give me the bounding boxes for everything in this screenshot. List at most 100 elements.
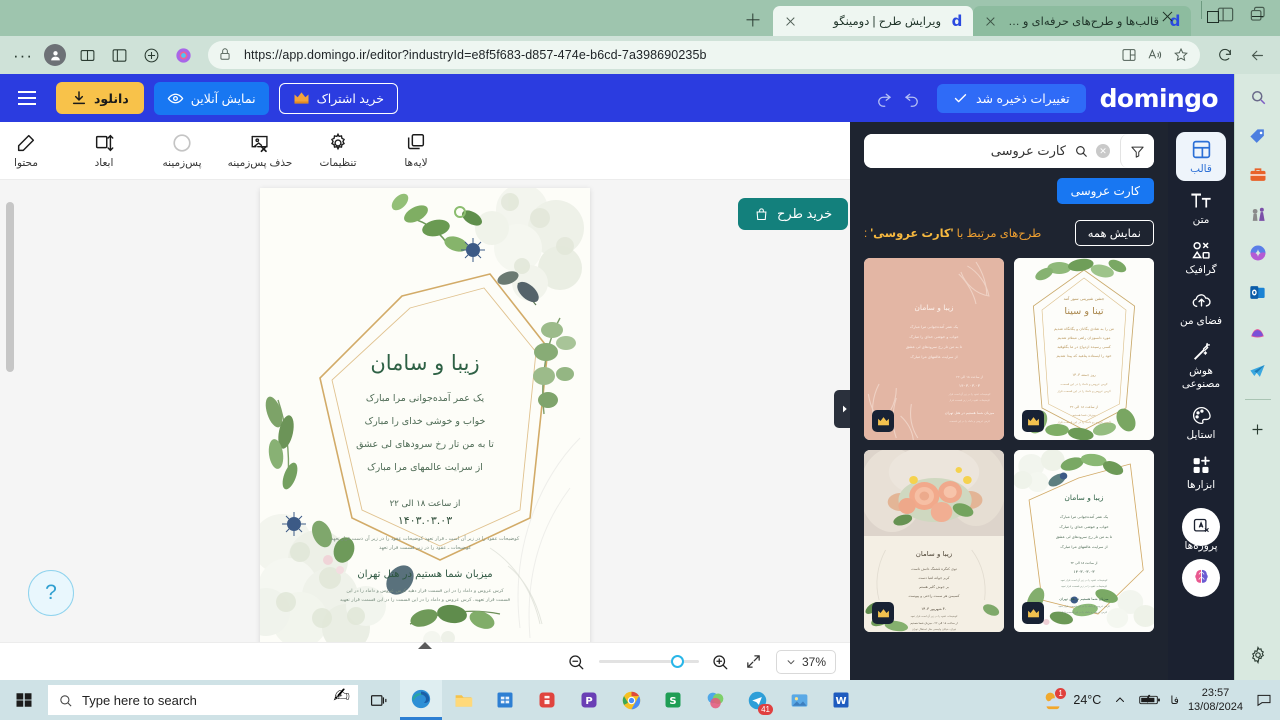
canvas-page-caret-icon[interactable] — [418, 642, 432, 649]
zoom-out-icon[interactable] — [567, 653, 585, 671]
clear-search-icon[interactable]: ✕ — [1096, 144, 1110, 158]
language-indicator[interactable]: فا — [1170, 694, 1179, 707]
taskbar-app-red[interactable] — [526, 680, 568, 720]
taskbar-app-edge[interactable] — [400, 680, 442, 720]
toolbar-item-layers[interactable]: لایه‌ها — [390, 132, 442, 169]
taskbar-app-green-s[interactable]: S — [652, 680, 694, 720]
gear-icon[interactable] — [1245, 642, 1271, 668]
svg-text:کرس عروس و داماد را در این قسم: کرس عروس و داماد را در این قسمت قرار دهی… — [346, 588, 504, 594]
copilot-icon[interactable] — [168, 40, 198, 70]
zoom-slider[interactable] — [598, 655, 699, 668]
zoom-slider-handle[interactable] — [670, 655, 684, 668]
design-card-preview[interactable]: زیبا و سامان یک عمر آمده‌جوانی مرا مبارک… — [260, 188, 590, 642]
template-card-4[interactable]: زیبا و سامان توی کنگره قشنگ دانش ناست کر… — [864, 450, 1004, 632]
ai-brain-button[interactable] — [1182, 558, 1220, 597]
sidebar-item-style[interactable]: استایل — [1176, 398, 1226, 447]
hamburger-menu-icon[interactable] — [14, 85, 40, 111]
weather-widget[interactable]: 1 — [1042, 688, 1067, 711]
search-icon[interactable] — [1074, 144, 1088, 158]
battery-charging-icon[interactable] — [1139, 693, 1161, 707]
designer-icon[interactable] — [1245, 318, 1271, 344]
maximize-button[interactable] — [1190, 0, 1235, 32]
search-icon[interactable] — [1245, 84, 1271, 110]
template-search-input[interactable]: کارت عروسی ✕ — [864, 134, 1120, 168]
add-sidebar-app-icon[interactable] — [1245, 416, 1271, 442]
fit-screen-icon[interactable] — [745, 653, 762, 670]
collections-icon[interactable] — [136, 40, 166, 70]
split-view-icon[interactable] — [72, 40, 102, 70]
domingo-logo[interactable]: domingo — [1100, 84, 1219, 113]
star-icon[interactable] — [1173, 47, 1190, 64]
zoom-in-icon[interactable] — [711, 653, 729, 671]
toolbar-item-settings[interactable]: تنظیمات — [312, 132, 364, 169]
shopping-tag-icon[interactable] — [1245, 123, 1271, 149]
svg-text:کرس عروس و داماد را در این قسم: کرس عروس و داماد را در این قسمت — [949, 420, 990, 423]
task-view-icon[interactable] — [358, 680, 400, 720]
subscribe-button[interactable]: خرید اشتراک — [278, 82, 398, 114]
outlook-icon[interactable] — [1245, 279, 1271, 305]
close-icon[interactable] — [983, 14, 998, 29]
panel-collapse-toggle[interactable] — [834, 390, 850, 428]
taskbar-app-photos[interactable] — [778, 680, 820, 720]
help-button[interactable]: ? — [28, 570, 74, 616]
minimize-button[interactable] — [1235, 0, 1280, 32]
template-card-2[interactable]: زیبا و سامان یک عمر آمده‌جوانی مرا مبارک… — [864, 258, 1004, 440]
refresh-icon[interactable] — [1210, 40, 1240, 70]
more-options-icon[interactable]: ··· — [8, 40, 38, 70]
template-card-1[interactable]: جشن شیرینی سور آمد تینا و سینا من را به … — [1014, 258, 1154, 440]
split-screen-icon[interactable] — [1121, 47, 1138, 64]
address-bar[interactable]: https://app.domingo.ir/editor?industryId… — [208, 41, 1200, 69]
taskbar-app-store[interactable] — [484, 680, 526, 720]
taskbar-app-word[interactable]: W — [820, 680, 862, 720]
canvas-vertical-scrollbar[interactable] — [6, 202, 14, 372]
sidebar-item-text[interactable]: متن — [1176, 183, 1226, 232]
copilot-swirl-icon[interactable] — [1245, 240, 1271, 266]
sidebar-item-tools[interactable]: ابزارها — [1176, 448, 1226, 497]
browser-tab-2[interactable]: d ویرایش طرح | دومینگو — [773, 6, 973, 36]
redo-icon[interactable] — [875, 89, 893, 107]
sidebar-item-graphics[interactable]: گرافیک — [1176, 233, 1226, 282]
svg-text:زیبا و سامان: زیبا و سامان — [1064, 493, 1104, 502]
sidebar-item-ai[interactable]: هوش مصنوعی — [1176, 334, 1226, 395]
toolbar-item-content[interactable]: محتوا — [0, 132, 52, 169]
profile-avatar-icon[interactable] — [40, 40, 70, 70]
action-center-icon[interactable] — [1252, 692, 1272, 708]
browser-essentials-icon[interactable] — [104, 40, 134, 70]
taskbar-app-file-explorer[interactable] — [442, 680, 484, 720]
svg-text:کوضیحات عقود را در زیر قسمت قر: کوضیحات عقود را در زیر قسمت قرار تعهد — [1061, 585, 1108, 588]
download-button[interactable]: دانلود — [56, 82, 144, 114]
close-window-button[interactable] — [1145, 0, 1190, 32]
sidebar-item-projects[interactable]: پروژه‌ها — [1176, 501, 1226, 552]
remove-background-icon — [251, 135, 268, 153]
read-aloud-icon[interactable] — [1147, 47, 1164, 64]
taskbar-app-colorful[interactable] — [694, 680, 736, 720]
template-card-3[interactable]: زیبا و سامان یک عمر آمده‌جوانی مرا مبارک… — [1014, 450, 1154, 632]
games-icon[interactable] — [1245, 201, 1271, 227]
zoom-level-dropdown[interactable]: 37% — [775, 649, 836, 674]
online-preview-button[interactable]: نمایش آنلاین — [153, 81, 269, 115]
search-chip[interactable]: کارت عروسی — [1056, 178, 1154, 204]
taskbar-app-purple-p[interactable]: P — [568, 680, 610, 720]
canvas-area[interactable]: خرید طرح — [0, 180, 850, 642]
filter-button[interactable] — [1120, 134, 1154, 168]
show-hidden-icons-icon[interactable] — [1110, 694, 1130, 706]
sidebar-item-template[interactable]: قالب — [1176, 132, 1226, 181]
taskbar-app-telegram[interactable]: 41 — [736, 680, 778, 720]
saved-status-button[interactable]: تغییرات ذخیره شد — [936, 83, 1086, 113]
taskbar-app-chrome[interactable] — [610, 680, 652, 720]
show-all-button[interactable]: نمایش همه — [1074, 220, 1154, 246]
toolbar-item-background[interactable]: پس‌زمینه — [156, 132, 208, 169]
new-tab-button[interactable] — [739, 6, 767, 34]
telegram-icon[interactable] — [1245, 357, 1271, 383]
toolbar-item-remove-background[interactable]: حذف پس‌زمینه — [228, 132, 292, 169]
undo-icon[interactable] — [903, 89, 921, 107]
clock-widget[interactable]: 23:57 13/08/2024 — [1188, 686, 1243, 715]
close-icon[interactable] — [783, 14, 798, 29]
back-arrow-icon[interactable] — [1242, 40, 1272, 70]
windows-start-icon[interactable] — [0, 680, 48, 720]
tools-briefcase-icon[interactable] — [1245, 162, 1271, 188]
buy-design-button[interactable]: خرید طرح — [738, 198, 849, 230]
sidebar-item-my-space[interactable]: فضای من — [1176, 284, 1226, 333]
taskbar-search-box[interactable]: Type here to search ✍ — [48, 685, 358, 715]
toolbar-item-dimensions[interactable]: ابعاد — [78, 132, 130, 169]
